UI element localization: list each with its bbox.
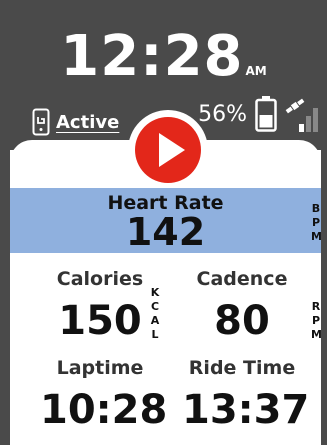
heart-rate-field: Heart Rate 142 B P M xyxy=(10,188,322,254)
cadence-unit: R P M xyxy=(311,300,322,342)
phone-icon xyxy=(32,108,50,136)
play-button[interactable] xyxy=(128,110,208,190)
cadence-field: Cadence 80 xyxy=(182,268,302,344)
connection-status[interactable]: Active xyxy=(32,108,119,136)
heart-rate-unit-char: B xyxy=(311,202,321,215)
play-button-face xyxy=(135,117,201,183)
calories-value: 150 xyxy=(58,298,142,344)
heart-rate-unit-char: M xyxy=(311,230,322,243)
ride-time-field: Ride Time 13:37 xyxy=(182,357,310,433)
heart-rate-unit-char: P xyxy=(311,216,321,229)
cadence-unit-char: P xyxy=(311,314,321,327)
left-frame xyxy=(0,0,10,445)
heart-rate-unit: B P M xyxy=(311,202,322,244)
clock: 12:28 AM xyxy=(0,24,327,89)
device-status: 56% xyxy=(198,96,319,132)
calories-label: Calories xyxy=(56,268,144,290)
signal-bars-icon xyxy=(299,108,318,132)
clock-ampm: AM xyxy=(245,64,267,78)
laptime-label: Laptime xyxy=(56,357,144,379)
calories-unit-char: K xyxy=(150,286,160,299)
ride-time-value: 13:37 xyxy=(182,387,310,433)
calories-field: Calories 150 xyxy=(40,268,160,344)
calories-unit-char: A xyxy=(150,314,160,327)
cadence-value: 80 xyxy=(214,298,270,344)
cadence-unit-char: M xyxy=(311,328,322,341)
battery-icon xyxy=(255,96,277,132)
calories-unit: K C A L xyxy=(150,286,160,342)
connection-label: Active xyxy=(56,111,120,133)
laptime-field: Laptime 10:28 xyxy=(40,357,168,433)
bike-computer-screen: 12:28 AM Active 56% Heart Rate 142 B P M… xyxy=(0,0,327,445)
cadence-unit-char: R xyxy=(311,300,321,313)
play-icon xyxy=(159,133,185,167)
calories-unit-char: C xyxy=(150,300,160,313)
ride-time-label: Ride Time xyxy=(188,357,296,379)
clock-time: 12:28 xyxy=(60,24,244,89)
gps-satellite-icon xyxy=(285,98,318,132)
battery-percent: 56% xyxy=(198,101,247,127)
calories-unit-char: L xyxy=(151,328,159,341)
heart-rate-value: 142 xyxy=(125,210,206,254)
cadence-label: Cadence xyxy=(196,268,288,290)
right-frame xyxy=(321,0,327,445)
laptime-value: 10:28 xyxy=(40,387,168,433)
